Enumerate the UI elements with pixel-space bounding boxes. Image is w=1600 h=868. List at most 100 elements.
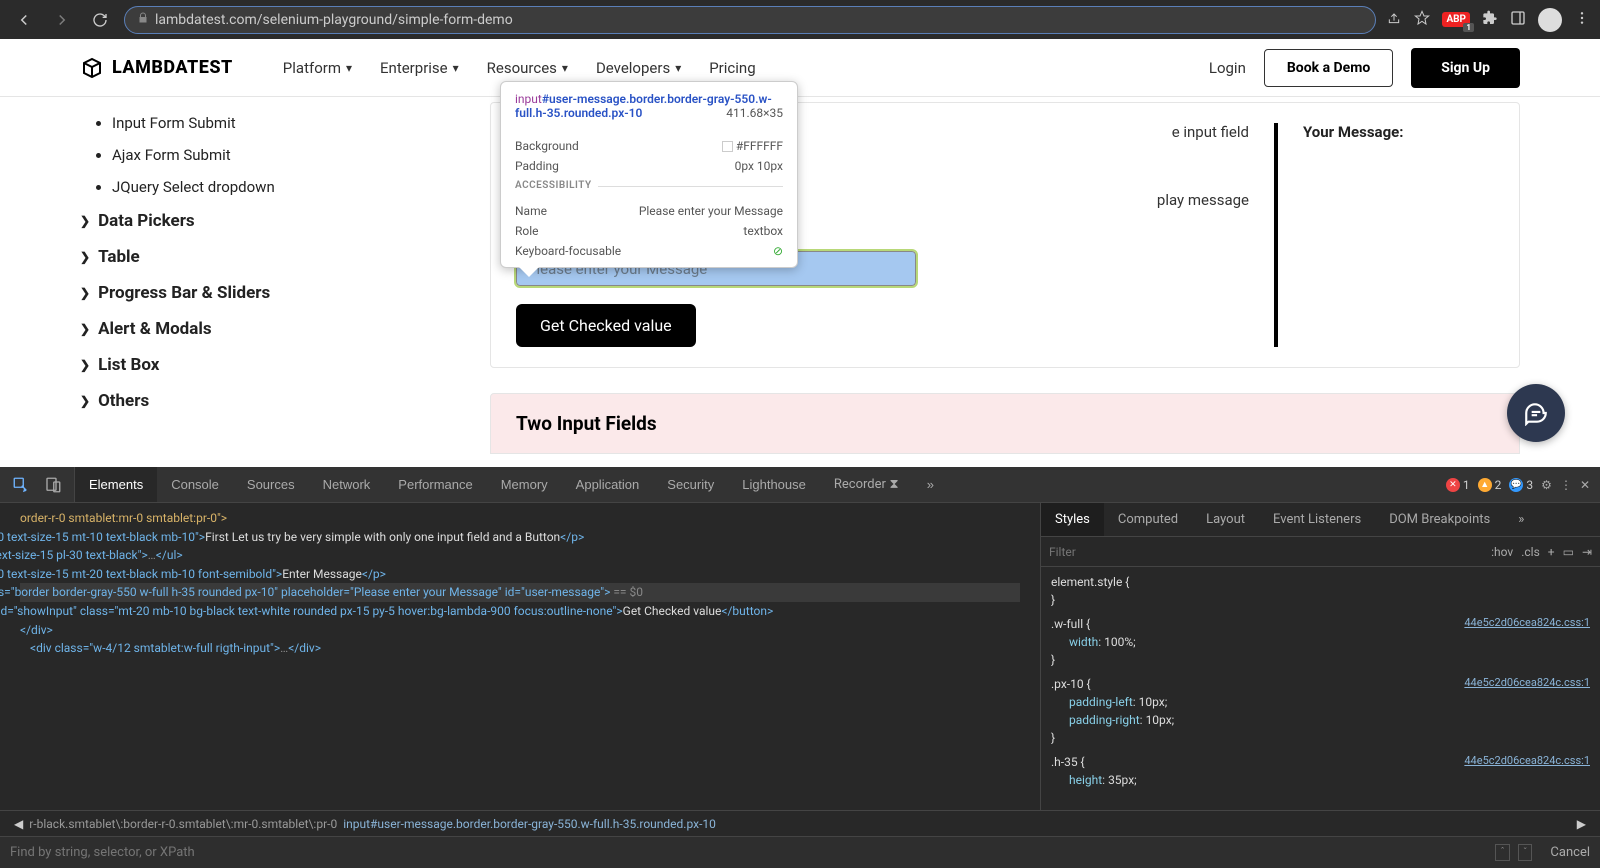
chat-bubble-button[interactable] <box>1507 384 1565 442</box>
tab-sources[interactable]: Sources <box>233 467 309 502</box>
nav-pricing[interactable]: Pricing <box>709 59 755 77</box>
nav-enterprise[interactable]: Enterprise▾ <box>380 59 459 77</box>
two-input-fields-header: Two Input Fields <box>490 393 1520 454</box>
chevron-right-icon: ❯ <box>80 286 90 300</box>
back-button[interactable] <box>10 6 38 34</box>
page-header: LAMBDATEST Platform▾ Enterprise▾ Resourc… <box>0 39 1600 97</box>
tab-performance[interactable]: Performance <box>384 467 486 502</box>
styles-tab-more[interactable]: » <box>1504 503 1538 536</box>
tab-more[interactable]: » <box>913 467 948 502</box>
get-checked-value-button[interactable]: Get Checked value <box>516 304 696 347</box>
accessibility-label: ACCESSIBILITY <box>515 180 598 191</box>
chevron-down-icon: ▾ <box>453 61 459 75</box>
chevron-right-icon: ❯ <box>80 322 90 336</box>
styles-tab-computed[interactable]: Computed <box>1104 503 1192 536</box>
panel-icon[interactable] <box>1510 10 1526 30</box>
styles-tab-events[interactable]: Event Listeners <box>1259 503 1375 536</box>
extensions-icon[interactable] <box>1482 10 1498 30</box>
url-bar[interactable]: lambdatest.com/selenium-playground/simpl… <box>124 6 1376 34</box>
find-cancel-button[interactable]: Cancel <box>1550 845 1590 860</box>
breadcrumb-right-arrow[interactable]: ▶ <box>1577 817 1586 831</box>
find-next-button[interactable]: ˇ <box>1518 844 1532 861</box>
star-icon[interactable] <box>1414 10 1430 30</box>
selected-dom-node: <input type="text" class="border border-… <box>20 583 1020 602</box>
logo-icon <box>80 56 104 80</box>
sidebar-cat-alert[interactable]: ❯Alert & Modals <box>80 311 400 347</box>
settings-icon[interactable]: ⚙ <box>1541 478 1552 492</box>
share-icon[interactable] <box>1386 10 1402 30</box>
check-icon: ⊘ <box>773 244 783 258</box>
collapse-icon[interactable]: ⇥ <box>1582 545 1592 559</box>
nav-developers[interactable]: Developers▾ <box>596 59 681 77</box>
sidebar-cat-data-pickers[interactable]: ❯Data Pickers <box>80 203 400 239</box>
close-icon[interactable]: ✕ <box>1580 478 1590 492</box>
abp-extension-icon[interactable]: ABP1 <box>1442 12 1470 27</box>
cls-toggle[interactable]: .cls <box>1521 545 1540 559</box>
breadcrumb-left-arrow[interactable]: ◀ <box>14 817 23 831</box>
sidebar-cat-table[interactable]: ❯Table <box>80 239 400 275</box>
lock-icon <box>137 12 149 28</box>
dom-breadcrumb[interactable]: ◀ r-black.smtablet\:border-r-0.smtablet\… <box>0 810 1600 836</box>
styles-rules[interactable]: element.style {}44e5c2d06cea824c.css:1.w… <box>1041 567 1600 810</box>
sidebar-cat-others[interactable]: ❯Others <box>80 383 400 419</box>
header-actions: Login Book a Demo Sign Up <box>1209 48 1520 88</box>
book-demo-button[interactable]: Book a Demo <box>1264 49 1393 87</box>
nav-resources[interactable]: Resources▾ <box>487 59 568 77</box>
chevron-right-icon: ❯ <box>80 358 90 372</box>
login-link[interactable]: Login <box>1209 59 1246 77</box>
sidebar-item-ajax-form[interactable]: Ajax Form Submit <box>112 139 400 171</box>
logo[interactable]: LAMBDATEST <box>80 56 233 80</box>
device-toolbar-icon[interactable] <box>40 472 66 498</box>
breadcrumb-current[interactable]: input#user-message.border.border-gray-55… <box>343 817 716 831</box>
tab-application[interactable]: Application <box>562 467 654 502</box>
styles-filter-input[interactable] <box>1049 545 1491 559</box>
profile-avatar[interactable] <box>1538 8 1562 32</box>
warnings-badge[interactable]: ▲2 <box>1478 478 1502 492</box>
find-prev-button[interactable]: ˆ <box>1495 844 1510 861</box>
chevron-right-icon: ❯ <box>80 394 90 408</box>
tab-lighthouse[interactable]: Lighthouse <box>728 467 820 502</box>
your-message-label: Your Message: <box>1303 123 1494 141</box>
breadcrumb-parent[interactable]: r-black.smtablet\:border-r-0.smtablet\:m… <box>29 817 337 831</box>
hov-toggle[interactable]: :hov <box>1491 545 1513 559</box>
tab-memory[interactable]: Memory <box>487 467 562 502</box>
sidebar-item-input-form[interactable]: Input Form Submit <box>112 107 400 139</box>
tab-security[interactable]: Security <box>653 467 728 502</box>
chevron-right-icon: ❯ <box>80 250 90 264</box>
tab-elements[interactable]: Elements <box>75 467 157 502</box>
sidebar-cat-progress[interactable]: ❯Progress Bar & Sliders <box>80 275 400 311</box>
errors-badge[interactable]: ✕1 <box>1446 478 1470 492</box>
tooltip-tag: input <box>515 92 542 106</box>
signup-button[interactable]: Sign Up <box>1411 48 1520 88</box>
chevron-down-icon: ▾ <box>675 61 681 75</box>
computed-sidebar-icon[interactable]: ▭ <box>1563 545 1574 559</box>
find-bar: ˆ ˇ Cancel <box>0 836 1600 868</box>
new-style-icon[interactable]: + <box>1548 545 1555 559</box>
forward-button[interactable] <box>48 6 76 34</box>
reload-button[interactable] <box>86 6 114 34</box>
info-badge[interactable]: 💬3 <box>1509 478 1533 492</box>
tab-recorder[interactable]: Recorder ⧗ <box>820 467 913 502</box>
devtools: Elements Console Sources Network Perform… <box>0 467 1600 868</box>
dom-tree[interactable]: order-r-0 smtablet:mr-0 smtablet:pr-0"> … <box>0 503 1040 810</box>
menu-icon[interactable] <box>1574 10 1590 30</box>
nav-platform[interactable]: Platform▾ <box>283 59 352 77</box>
find-input[interactable] <box>10 845 1495 860</box>
beaker-icon: ⧗ <box>890 477 899 492</box>
styles-tab-layout[interactable]: Layout <box>1192 503 1259 536</box>
sidebar-item-jquery-select[interactable]: JQuery Select dropdown <box>112 171 400 203</box>
sidebar-cat-listbox[interactable]: ❯List Box <box>80 347 400 383</box>
chevron-right-icon: ❯ <box>80 214 90 228</box>
nav-menu: Platform▾ Enterprise▾ Resources▾ Develop… <box>283 59 756 77</box>
tooltip-dims: 411.68×35 <box>726 106 783 120</box>
styles-tab-dom-bp[interactable]: DOM Breakpoints <box>1375 503 1504 536</box>
more-icon[interactable]: ⋮ <box>1560 478 1572 492</box>
element-inspect-tooltip: input#user-message.border.border-gray-55… <box>500 81 798 268</box>
tab-console[interactable]: Console <box>157 467 233 502</box>
chevron-down-icon: ▾ <box>562 61 568 75</box>
inspect-element-icon[interactable] <box>8 472 34 498</box>
url-text: lambdatest.com/selenium-playground/simpl… <box>155 12 513 28</box>
tab-network[interactable]: Network <box>309 467 385 502</box>
chevron-down-icon: ▾ <box>346 61 352 75</box>
styles-tab-styles[interactable]: Styles <box>1041 503 1104 536</box>
